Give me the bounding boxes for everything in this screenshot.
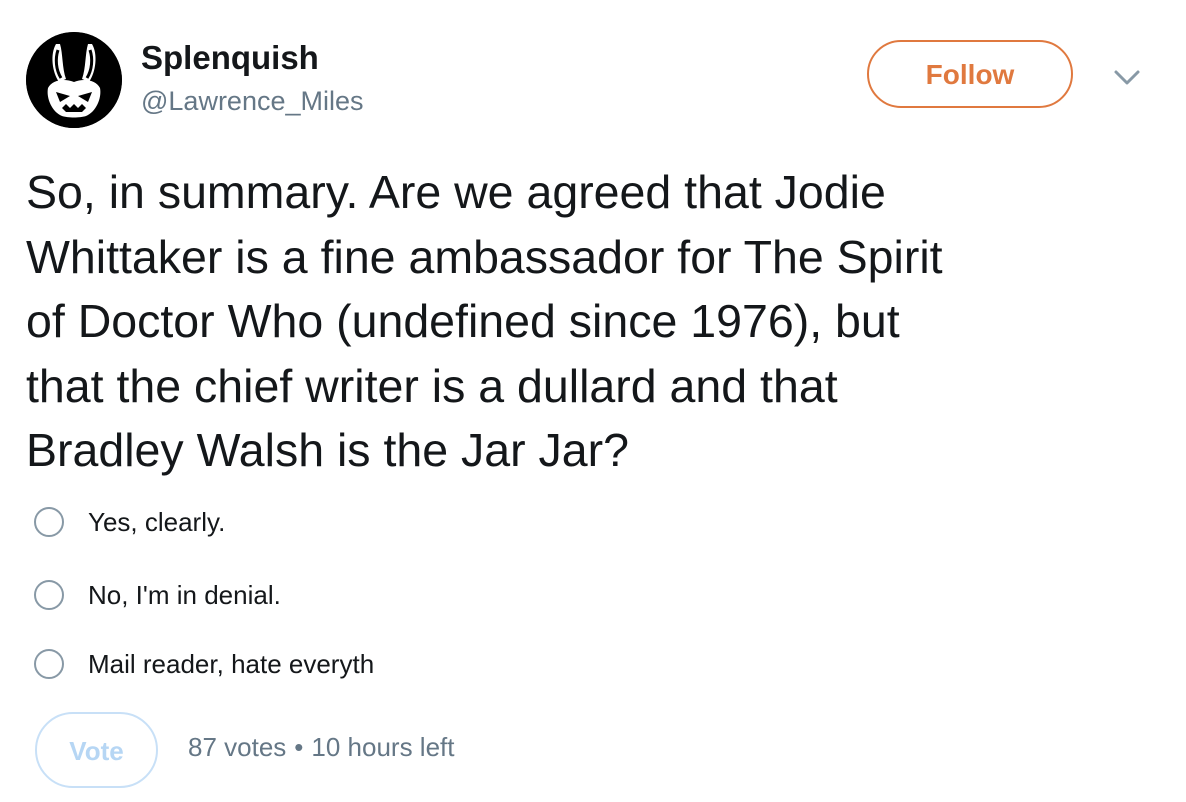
vote-button[interactable]: Vote xyxy=(35,712,158,788)
radio-button[interactable] xyxy=(34,649,64,679)
avatar[interactable] xyxy=(26,32,122,128)
tweet-text-line: Bradley Walsh is the Jar Jar? xyxy=(26,424,630,476)
radio-button[interactable] xyxy=(34,580,64,610)
poll-option-label: Mail reader, hate everyth xyxy=(88,648,375,679)
time-left: 10 hours left xyxy=(311,732,455,762)
poll-option-mail-reader[interactable]: Mail reader, hate everyth xyxy=(34,644,374,684)
tweet-text-line: Whittaker is a fine ambassador for The S… xyxy=(26,230,943,283)
poll-option-label: No, I'm in denial. xyxy=(88,579,281,610)
author-display-name[interactable]: Splenquish xyxy=(141,38,319,78)
separator-dot: • xyxy=(294,732,304,762)
tweet-text-line: of Doctor Who (undefined since 1976), bu… xyxy=(26,295,900,347)
tweet-text-line: that the chief writer is a dullard and t… xyxy=(26,359,838,412)
chevron-down-icon[interactable] xyxy=(1111,66,1143,90)
vote-count: 87 votes xyxy=(188,732,287,762)
radio-button[interactable] xyxy=(34,507,64,537)
poll-option-yes[interactable]: Yes, clearly. xyxy=(34,502,225,542)
author-handle[interactable]: @Lawrence_Miles xyxy=(141,84,364,118)
rabbit-mask-icon xyxy=(26,32,122,128)
poll-option-label: Yes, clearly. xyxy=(88,506,226,537)
tweet-text: So, in summary. Are we agreed that Jodie… xyxy=(26,160,1166,483)
tweet-text-line: So, in summary. Are we agreed that Jodie xyxy=(26,166,886,218)
follow-button[interactable]: Follow xyxy=(867,40,1073,108)
poll-option-no[interactable]: No, I'm in denial. xyxy=(34,575,281,615)
poll-meta: 87 votes • 10 hours left xyxy=(188,730,455,764)
